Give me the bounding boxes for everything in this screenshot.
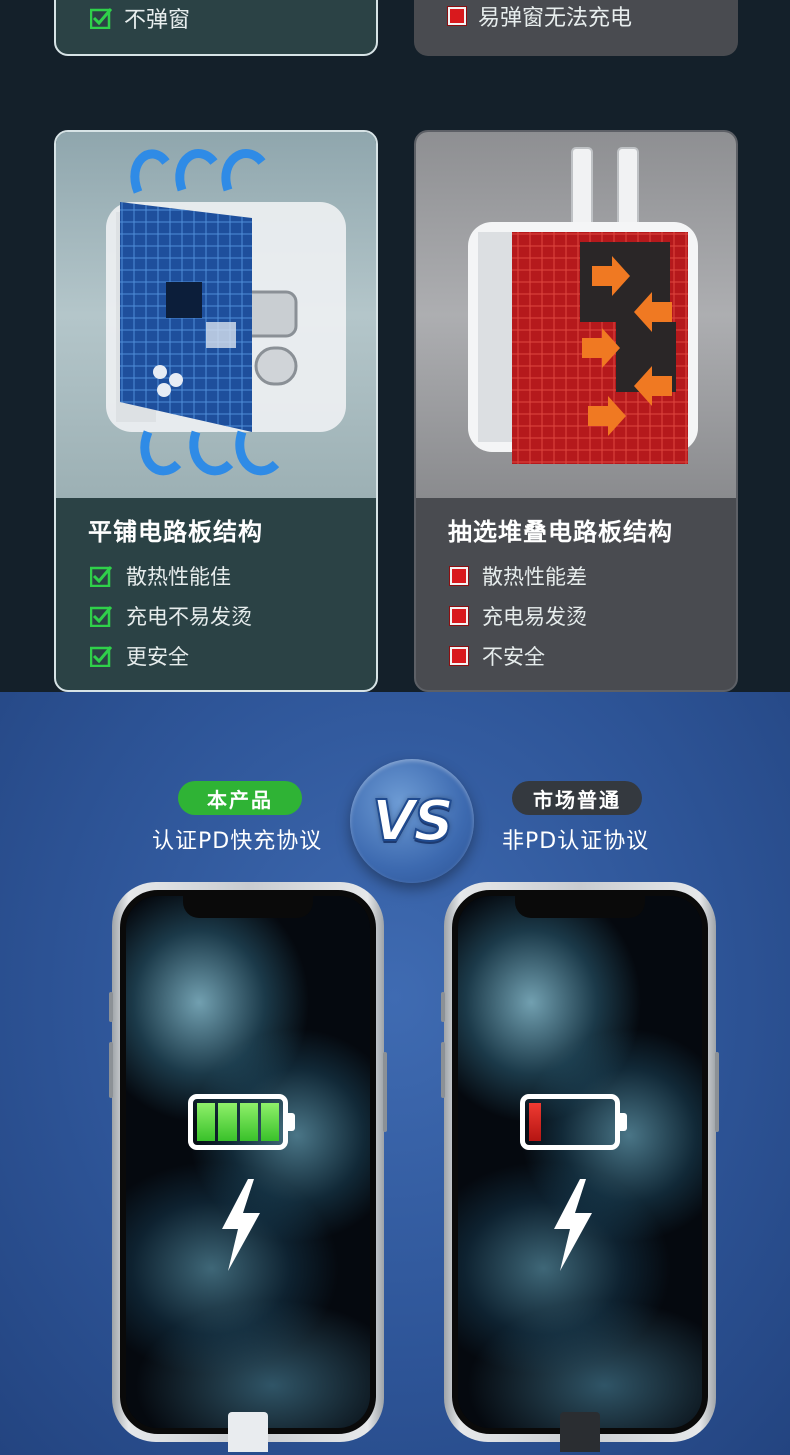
bad-feature-text: 易弹窗无法充电 [478,6,633,31]
battery-low-icon [520,1094,627,1150]
feature-text: 不安全 [482,645,545,669]
charger-blue-pcb-image [106,149,346,476]
phone-side-button [441,992,445,1022]
product-subtitle: 认证PD快充协议 [152,829,323,854]
phone-side-button [383,1052,387,1132]
battery-cell [239,1103,258,1141]
phone-side-button [441,1042,445,1098]
wave-wallpaper [126,896,370,1428]
market-badge: 市场普通 [512,781,642,815]
charging-cable [560,1412,600,1452]
bad-feature-row: 易弹窗无法充电 [448,0,632,32]
flat-pcb-illustration [56,132,376,498]
bad-card-partial: 易弹窗无法充电 [414,0,738,56]
bad-feature-list: 散热性能差 充电易发烫 不安全 [450,556,587,676]
pd-protocol-comparison-section: 本产品 认证PD快充协议 VS 市场普通 非PD认证协议 [0,692,790,1455]
red-cross-box-icon [450,607,468,625]
charger-red-pcb-image [468,147,698,464]
charging-cable [228,1412,268,1452]
phone-notch [183,896,313,918]
battery-cell [529,1103,541,1141]
battery-cell [197,1103,216,1141]
phone-side-button [109,1042,113,1098]
stacked-pcb-illustration [416,132,736,498]
list-item: 不安全 [450,636,587,676]
red-cross-box-icon [450,567,468,585]
list-item: 更安全 [90,636,252,676]
lightning-bolt-icon [222,1179,260,1271]
feature-text: 充电不易发烫 [126,605,252,629]
phone-screen [452,890,708,1434]
bad-card-title: 抽选堆叠电路板结构 [448,518,673,546]
battery-full-icon [188,1094,295,1150]
red-cross-box-icon [450,647,468,665]
green-check-icon [90,566,112,587]
product-badge: 本产品 [178,781,302,815]
good-feature-list: 散热性能佳 充电不易发烫 更安全 [90,556,252,676]
vs-text: VS [371,788,455,855]
phone-side-button [109,992,113,1022]
phone-notch [515,896,645,918]
good-card-title: 平铺电路板结构 [88,518,263,546]
pcb-comparison-section: 不弹窗 易弹窗无法充电 平铺电路板结构 散热性能佳 充电不易发烫 更安全 抽选堆… [0,0,790,692]
stacked-pcb-card: 抽选堆叠电路板结构 散热性能差 充电易发烫 不安全 [414,130,738,692]
green-check-icon [90,646,112,667]
flat-pcb-card: 平铺电路板结构 散热性能佳 充电不易发烫 更安全 [54,130,378,692]
phone-right [441,882,719,1452]
battery-cell [260,1103,279,1141]
feature-text: 散热性能差 [482,565,587,589]
list-item: 散热性能佳 [90,556,252,596]
lightning-bolt-icon [554,1179,592,1271]
phone-side-button [715,1052,719,1132]
phone-left [109,882,387,1452]
good-feature-text: 不弹窗 [124,8,191,33]
feature-text: 散热性能佳 [126,565,231,589]
wave-wallpaper [458,896,702,1428]
feature-text: 更安全 [126,645,189,669]
good-feature-row: 不弹窗 [90,2,190,34]
green-check-icon [90,8,112,29]
good-card-partial: 不弹窗 [54,0,378,56]
market-subtitle: 非PD认证协议 [502,829,650,854]
phone-screen [120,890,376,1434]
list-item: 散热性能差 [450,556,587,596]
battery-cell [218,1103,237,1141]
feature-text: 充电易发烫 [482,605,587,629]
green-check-icon [90,606,112,627]
list-item: 充电不易发烫 [90,596,252,636]
list-item: 充电易发烫 [450,596,587,636]
vs-badge: VS [350,759,474,883]
red-cross-box-icon [448,7,466,25]
